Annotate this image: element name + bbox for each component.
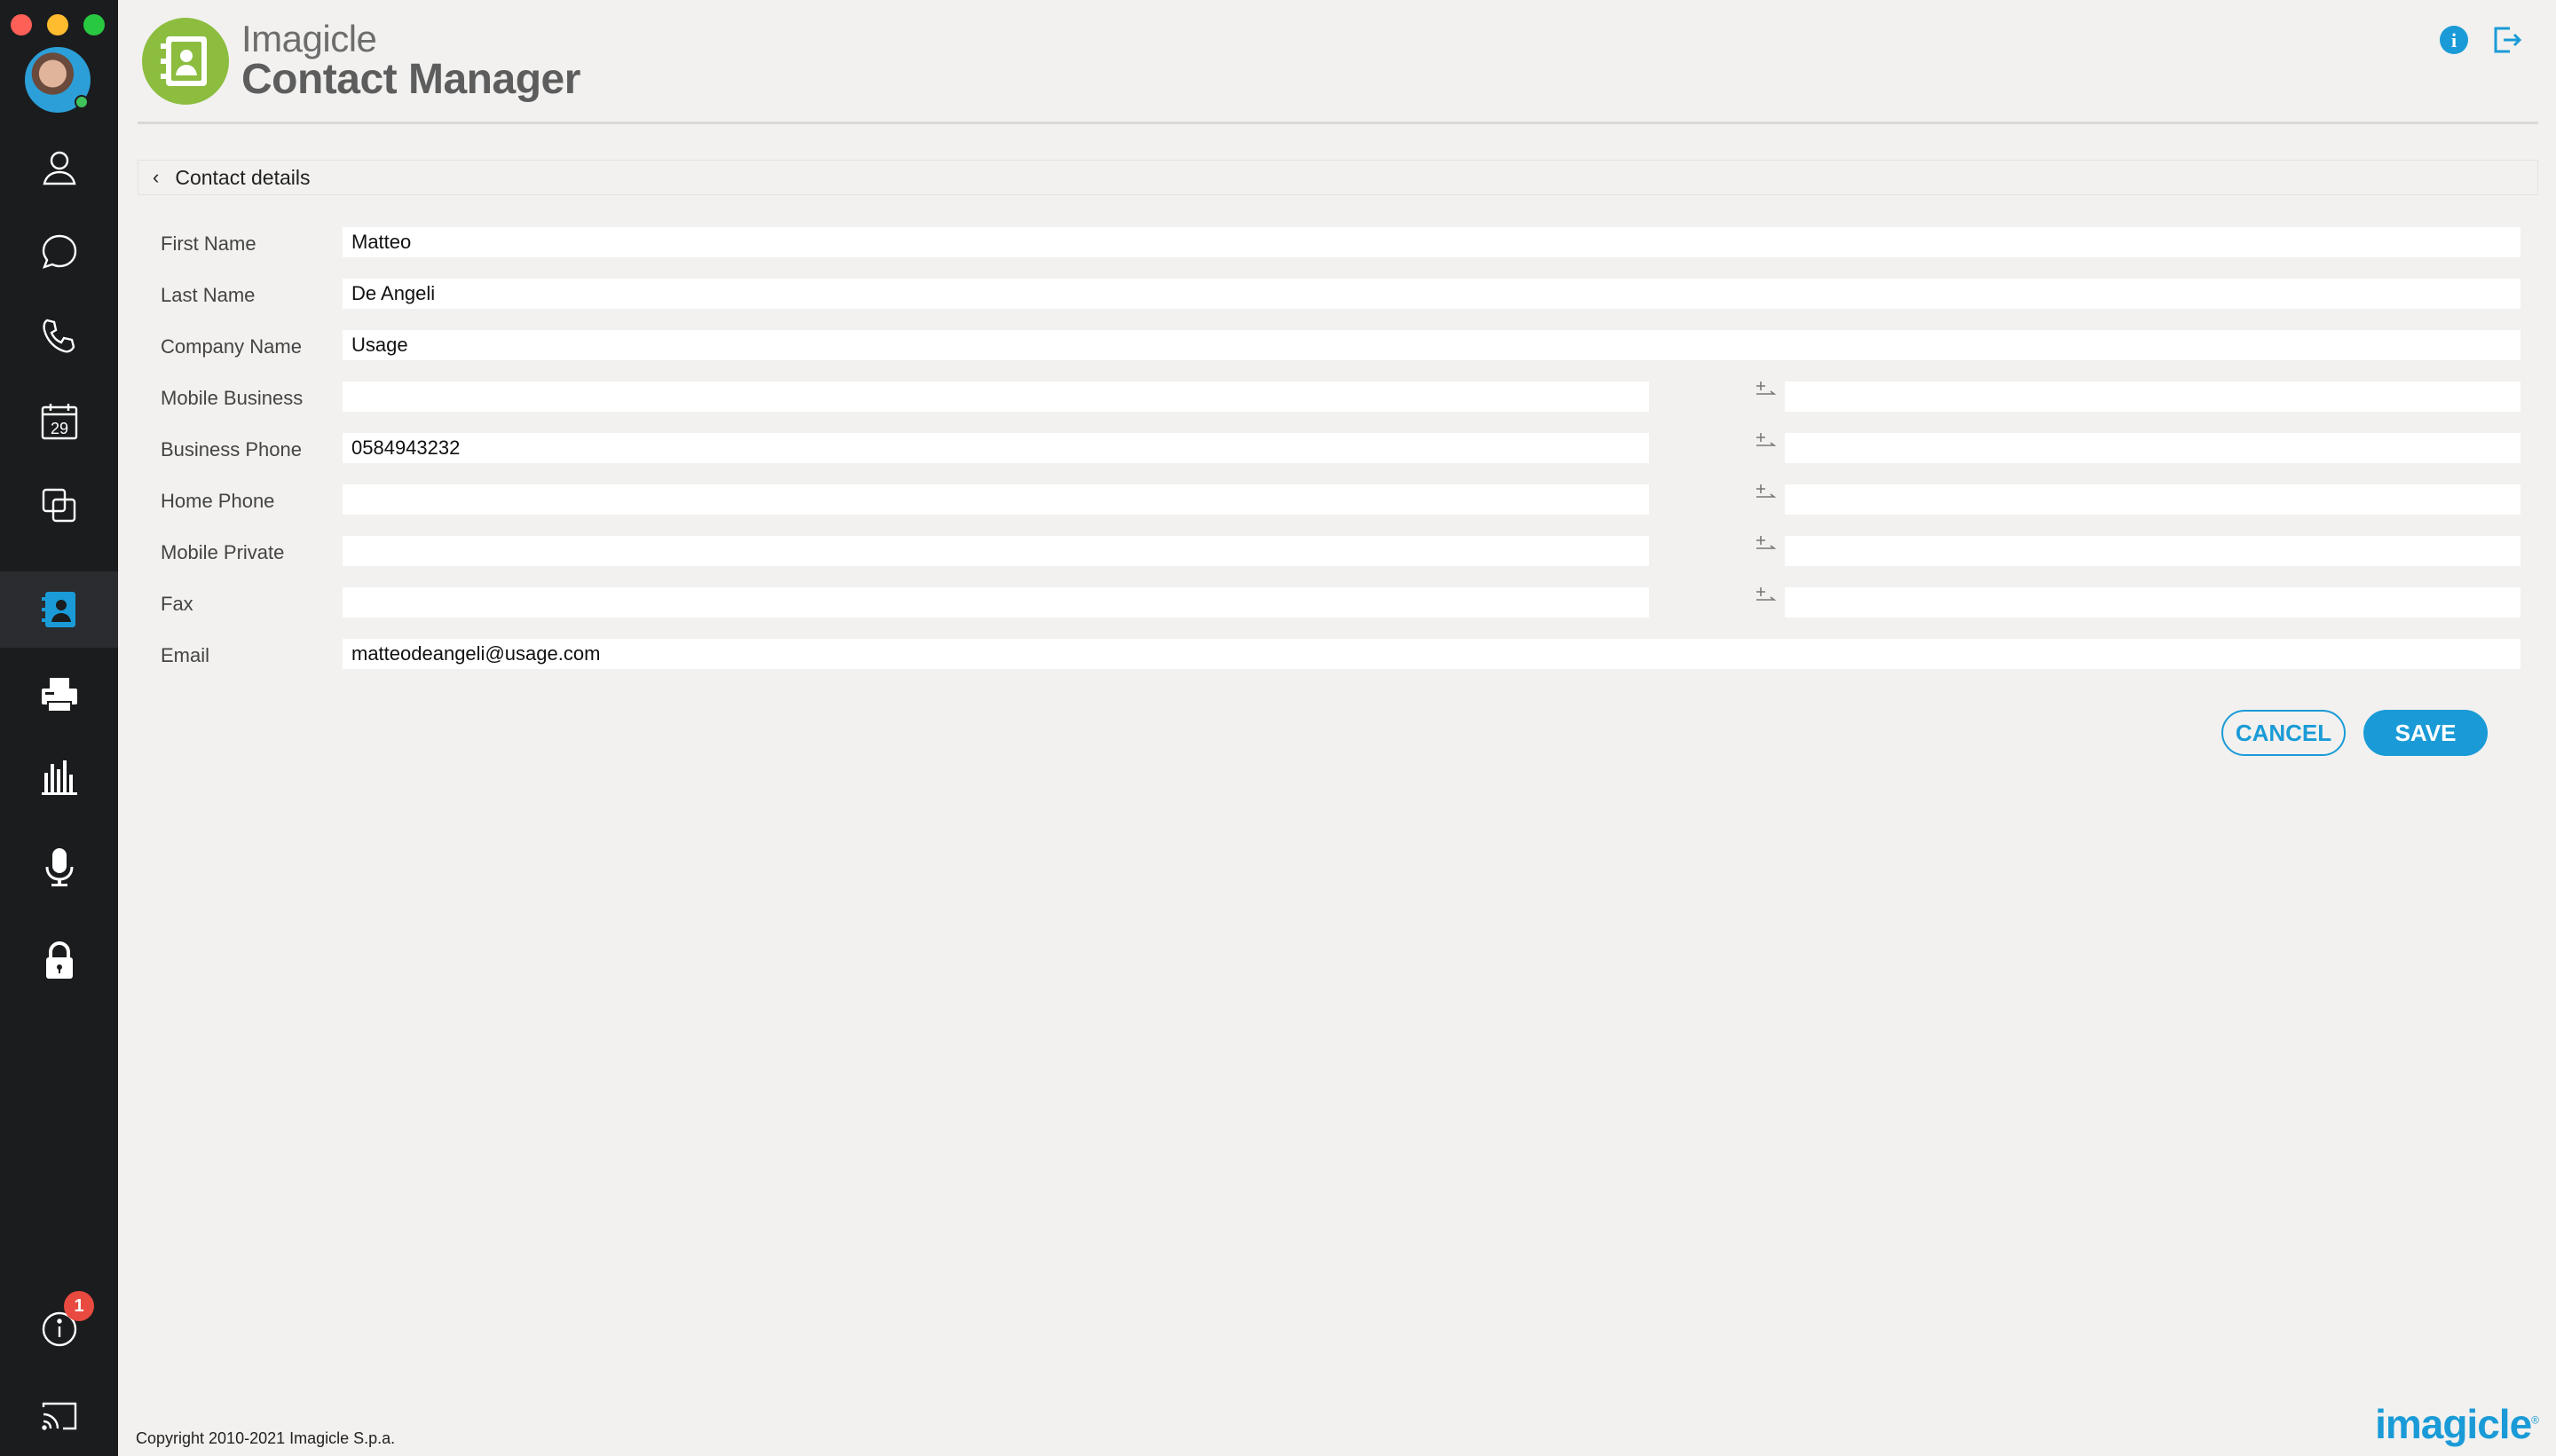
mobile-private-label: Mobile Private bbox=[161, 541, 285, 563]
cancel-button[interactable]: CANCEL bbox=[2221, 710, 2346, 756]
address-book-icon bbox=[41, 592, 75, 627]
email-field[interactable] bbox=[343, 639, 2520, 669]
breadcrumb[interactable]: ‹ Contact details bbox=[138, 160, 2538, 195]
form-row-company-name: Company Name bbox=[161, 330, 2521, 362]
chevron-left-icon[interactable]: ‹ bbox=[153, 166, 159, 189]
zoom-window-button[interactable] bbox=[83, 14, 105, 35]
form-row-mobile-business: Mobile Business bbox=[161, 382, 2521, 413]
person-icon bbox=[43, 151, 75, 185]
bar-chart-icon bbox=[41, 760, 77, 795]
microphone-icon bbox=[45, 848, 73, 886]
last-name-field[interactable] bbox=[343, 279, 2520, 309]
calendar-icon: 29 bbox=[41, 404, 77, 440]
cast-icon bbox=[41, 1402, 76, 1430]
form-row-email: Email bbox=[161, 639, 2521, 671]
sidebar: 29 1 bbox=[0, 0, 118, 1456]
extension-icon bbox=[1753, 376, 1779, 403]
fax-label: Fax bbox=[161, 593, 193, 615]
extension-icon bbox=[1753, 428, 1779, 454]
mobile-private-field[interactable] bbox=[343, 536, 1649, 566]
first-name-label: First Name bbox=[161, 232, 256, 255]
window-controls bbox=[11, 14, 105, 35]
notification-badge: 1 bbox=[64, 1291, 94, 1321]
sidebar-item-calendar[interactable]: 29 bbox=[0, 383, 118, 460]
sidebar-item-fax[interactable] bbox=[0, 657, 118, 733]
overlap-squares-icon bbox=[42, 488, 75, 523]
save-button[interactable]: SAVE bbox=[2363, 710, 2488, 756]
form-row-mobile-private: Mobile Private bbox=[161, 536, 2521, 568]
sidebar-item-recording[interactable] bbox=[0, 829, 118, 905]
app-title: Contact Manager bbox=[241, 56, 580, 103]
header-divider bbox=[138, 122, 2538, 124]
form-row-home-phone: Home Phone bbox=[161, 484, 2521, 516]
info-icon[interactable]: i bbox=[2439, 25, 2469, 55]
presence-status-icon bbox=[75, 95, 89, 109]
form-row-business-phone: Business Phone bbox=[161, 433, 2521, 465]
form-row-first-name: First Name bbox=[161, 227, 2521, 259]
imagicle-logo: imagicle® bbox=[2375, 1401, 2539, 1447]
avatar[interactable] bbox=[25, 47, 91, 113]
sidebar-item-chat[interactable] bbox=[0, 214, 118, 290]
company-name-field[interactable] bbox=[343, 330, 2520, 360]
last-name-label: Last Name bbox=[161, 284, 256, 306]
extension-icon bbox=[1753, 582, 1779, 609]
extension-icon bbox=[1753, 479, 1779, 506]
sidebar-item-calls[interactable] bbox=[0, 298, 118, 374]
sidebar-item-cast[interactable] bbox=[0, 1378, 118, 1454]
copyright-text: Copyright 2010-2021 Imagicle S.p.a. bbox=[136, 1429, 396, 1447]
breadcrumb-label: Contact details bbox=[175, 165, 311, 189]
sidebar-item-analytics[interactable] bbox=[0, 738, 118, 815]
minimize-window-button[interactable] bbox=[47, 14, 68, 35]
form-row-last-name: Last Name bbox=[161, 279, 2521, 311]
sidebar-item-contacts[interactable] bbox=[0, 130, 118, 206]
home-phone-label: Home Phone bbox=[161, 490, 275, 512]
home-phone-field[interactable] bbox=[343, 484, 1649, 515]
chat-bubble-icon bbox=[42, 234, 76, 269]
business-phone-field[interactable] bbox=[343, 433, 1649, 463]
app-logo bbox=[142, 18, 229, 105]
address-book-logo-icon bbox=[161, 36, 207, 86]
brand-name: Imagicle bbox=[241, 18, 377, 59]
sidebar-item-info[interactable]: 1 bbox=[0, 1291, 118, 1367]
fax-field[interactable] bbox=[343, 587, 1649, 618]
sidebar-item-contact-manager[interactable] bbox=[0, 571, 118, 648]
sidebar-item-security[interactable] bbox=[0, 922, 118, 998]
svg-text:i: i bbox=[2451, 29, 2457, 51]
business-phone-label: Business Phone bbox=[161, 438, 302, 460]
form-row-fax: Fax bbox=[161, 587, 2521, 619]
company-name-label: Company Name bbox=[161, 335, 302, 358]
mobile-business-field[interactable] bbox=[343, 382, 1649, 412]
mobile-business-label: Mobile Business bbox=[161, 387, 304, 409]
business-phone-extension-field[interactable] bbox=[1785, 433, 2520, 463]
mobile-private-extension-field[interactable] bbox=[1785, 536, 2520, 566]
footer-logo-text: imagicle bbox=[2375, 1401, 2532, 1447]
fax-icon bbox=[41, 678, 77, 712]
svg-text:29: 29 bbox=[50, 420, 67, 437]
email-label: Email bbox=[161, 644, 210, 666]
close-window-button[interactable] bbox=[11, 14, 32, 35]
phone-icon bbox=[42, 319, 75, 353]
logout-icon[interactable] bbox=[2492, 25, 2522, 55]
fax-extension-field[interactable] bbox=[1785, 587, 2520, 618]
header-actions: i bbox=[2439, 25, 2522, 55]
mobile-business-extension-field[interactable] bbox=[1785, 382, 2520, 412]
extension-icon bbox=[1753, 531, 1779, 557]
home-phone-extension-field[interactable] bbox=[1785, 484, 2520, 515]
lock-icon bbox=[45, 941, 73, 979]
first-name-field[interactable] bbox=[343, 227, 2520, 257]
sidebar-item-screen-share[interactable] bbox=[0, 468, 118, 544]
